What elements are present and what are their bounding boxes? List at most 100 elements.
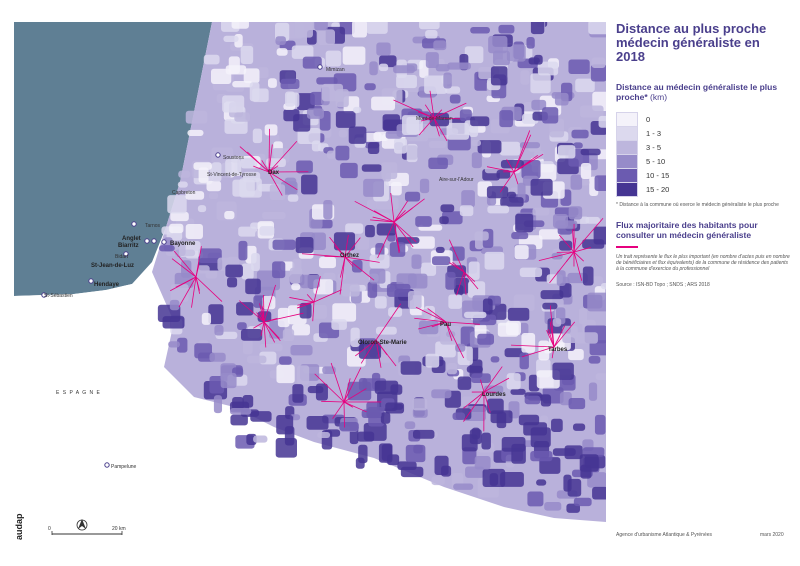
legend-item: 5 - 10 bbox=[616, 153, 792, 169]
commune-area bbox=[220, 372, 237, 389]
map-date: mars 2020 bbox=[760, 532, 784, 538]
commune-area bbox=[580, 148, 601, 156]
commune-area bbox=[554, 92, 569, 106]
commune-area bbox=[339, 422, 359, 431]
commune-area bbox=[167, 195, 187, 214]
place-marker bbox=[151, 238, 157, 244]
legend-item: 3 - 5 bbox=[616, 139, 792, 155]
commune-area bbox=[582, 239, 605, 249]
flux-note: Un trait représente le flux le plus impo… bbox=[616, 254, 790, 272]
place-label: St-Jean-de-Luz bbox=[91, 263, 134, 269]
commune-area bbox=[511, 232, 529, 240]
legend-footnote: * Distance à la commune où exerce le méd… bbox=[616, 202, 779, 208]
commune-area bbox=[296, 160, 313, 174]
commune-area bbox=[532, 207, 550, 216]
commune-area bbox=[227, 277, 238, 288]
place-label: Lourdes bbox=[482, 392, 506, 398]
commune-area bbox=[542, 302, 558, 310]
legend-swatch bbox=[616, 125, 638, 141]
commune-area bbox=[279, 356, 292, 365]
commune-area bbox=[484, 251, 505, 270]
commune-area bbox=[361, 164, 382, 172]
commune-area bbox=[374, 380, 399, 394]
commune-area bbox=[576, 332, 598, 344]
commune-area bbox=[533, 54, 543, 65]
commune-area bbox=[407, 290, 422, 310]
commune-area bbox=[272, 261, 286, 279]
commune-area bbox=[595, 373, 606, 381]
commune-area bbox=[425, 52, 439, 69]
commune-area bbox=[487, 398, 504, 414]
commune-area bbox=[236, 302, 254, 316]
commune-area bbox=[552, 448, 576, 456]
commune-area bbox=[449, 94, 461, 104]
commune-area bbox=[300, 274, 320, 289]
commune-area bbox=[249, 82, 260, 102]
commune-area bbox=[177, 181, 188, 188]
commune-area bbox=[551, 418, 563, 432]
legend-swatch bbox=[616, 167, 638, 183]
commune-area bbox=[238, 240, 248, 261]
commune-area bbox=[487, 205, 510, 214]
commune-area bbox=[578, 307, 587, 325]
commune-area bbox=[367, 142, 380, 155]
commune-area bbox=[201, 312, 212, 325]
commune-area bbox=[591, 57, 606, 69]
commune-area bbox=[319, 256, 336, 269]
commune-area bbox=[540, 394, 552, 407]
legend-item: 0 bbox=[616, 111, 792, 127]
commune-area bbox=[371, 96, 396, 111]
commune-area bbox=[474, 231, 489, 241]
commune-area bbox=[568, 206, 583, 220]
commune-area bbox=[169, 299, 180, 311]
commune-area bbox=[366, 401, 380, 419]
commune-area bbox=[498, 24, 515, 34]
commune-area bbox=[568, 59, 590, 74]
commune-area bbox=[393, 65, 415, 74]
place-marker bbox=[88, 278, 94, 284]
commune-area bbox=[375, 326, 397, 335]
commune-area bbox=[425, 30, 438, 39]
commune-area bbox=[482, 298, 493, 315]
commune-area bbox=[369, 61, 378, 76]
commune-area bbox=[390, 181, 402, 196]
commune-area bbox=[459, 205, 474, 217]
commune-area bbox=[407, 273, 428, 289]
commune-area bbox=[397, 461, 417, 470]
commune-area bbox=[323, 199, 333, 220]
commune-area bbox=[470, 116, 490, 127]
commune-area bbox=[579, 454, 599, 472]
commune-area bbox=[245, 278, 261, 295]
commune-area bbox=[530, 427, 551, 448]
commune-area bbox=[459, 109, 472, 122]
place-label: Orthez bbox=[340, 253, 359, 259]
commune-area bbox=[404, 421, 416, 429]
commune-area bbox=[533, 150, 545, 160]
commune-area bbox=[580, 162, 592, 180]
commune-area bbox=[431, 389, 452, 399]
flux-title: Flux majoritaire des habitants pour cons… bbox=[616, 220, 758, 240]
commune-area bbox=[477, 333, 495, 345]
commune-area bbox=[332, 303, 357, 322]
commune-area bbox=[572, 423, 586, 431]
place-marker bbox=[104, 462, 110, 468]
map-canvas: E S P A G N E Mimizan Mont-de-Marsan Dax… bbox=[14, 22, 606, 540]
commune-area bbox=[338, 129, 348, 138]
legend: 0 1 - 3 3 - 5 5 - 10 10 - 15 15 - 20 bbox=[616, 111, 792, 197]
commune-area bbox=[252, 128, 263, 144]
commune-area bbox=[275, 36, 286, 46]
commune-area bbox=[552, 362, 574, 380]
place-label: Capbreton bbox=[172, 190, 196, 196]
commune-area bbox=[507, 307, 530, 321]
map-title: Distance au plus proche médecin générali… bbox=[616, 21, 767, 64]
commune-area bbox=[441, 465, 452, 477]
legend-swatch bbox=[616, 139, 638, 155]
map: E S P A G N E Mimizan Mont-de-Marsan Dax… bbox=[14, 22, 606, 540]
source-note: Source : ISN-BD Topo ; SNDS ; ARS 2018 bbox=[616, 282, 710, 288]
commune-area bbox=[385, 130, 403, 139]
commune-area bbox=[540, 290, 564, 300]
commune-area bbox=[571, 129, 589, 139]
legend-panel: Distance au plus proche médecin générali… bbox=[616, 22, 792, 288]
flow-line bbox=[343, 401, 345, 428]
commune-area bbox=[573, 497, 592, 507]
